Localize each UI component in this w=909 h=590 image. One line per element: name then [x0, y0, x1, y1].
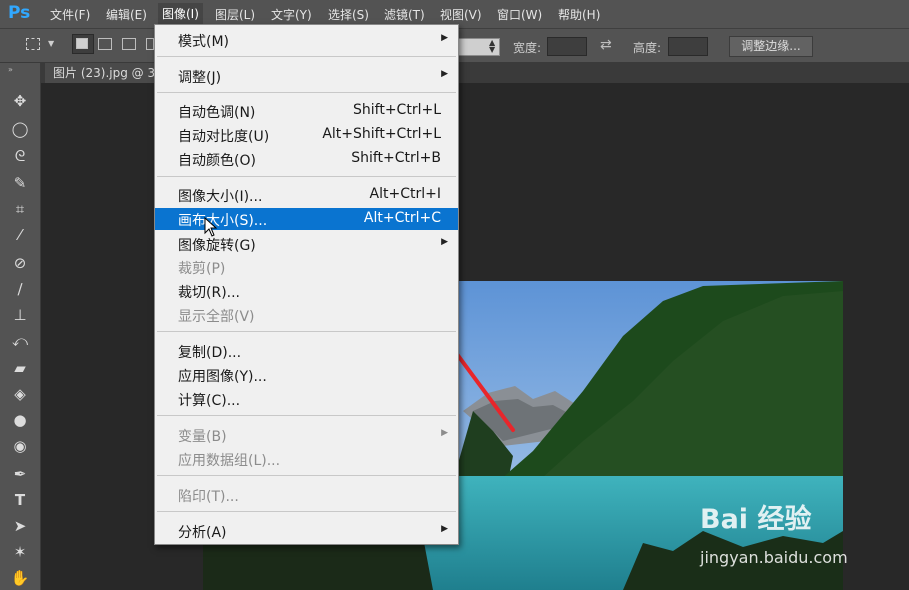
menu-item-trap[interactable]: 陷印(T)...: [155, 484, 458, 506]
menu-layer[interactable]: 图层(L): [215, 6, 255, 23]
eyedropper-tool-icon[interactable]: ⁄: [0, 225, 40, 245]
menu-item-duplicate[interactable]: 复制(D)...: [155, 340, 458, 362]
submenu-arrow-icon: ▶: [441, 524, 448, 534]
tools-panel: » ✥ ◯ ᘓ ✎ ⌗ ⁄ ⊘ ∕ ⊥ ⤺ ▰ ◈ ● ◉ ✒ T ➤ ✶ ✋: [0, 63, 41, 590]
menu-view[interactable]: 视图(V): [440, 6, 482, 23]
marquee-preset-icon[interactable]: [26, 38, 40, 50]
menu-edit[interactable]: 编辑(E): [106, 6, 147, 23]
menu-item-analysis[interactable]: 分析(A) ▶: [155, 520, 458, 542]
custom-shape-tool-icon[interactable]: ✶: [0, 542, 40, 562]
watermark-url: jingyan.baidu.com: [700, 548, 848, 567]
height-label: 高度:: [633, 41, 662, 55]
crop-tool-icon[interactable]: ⌗: [0, 199, 40, 219]
menu-item-image-size[interactable]: 图像大小(I)... Alt+Ctrl+I: [155, 184, 458, 206]
width-field[interactable]: [547, 37, 587, 56]
photoshop-logo: Ps: [8, 3, 31, 23]
menu-item-image-rotation[interactable]: 图像旋转(G) ▶: [155, 233, 458, 255]
menu-image[interactable]: 图像(I): [158, 3, 203, 25]
document-tab[interactable]: 图片 (23).jpg @ 33: [45, 63, 157, 83]
image-menu-dropdown: 模式(M) ▶ 调整(J) ▶ 自动色调(N) Shift+Ctrl+L 自动对比度(…: [154, 24, 459, 545]
watermark-logo: Bai 经验: [700, 504, 812, 535]
menu-item-adjustments[interactable]: 调整(J) ▶: [155, 65, 458, 87]
submenu-arrow-icon: ▶: [441, 33, 448, 43]
menu-separator: [157, 511, 456, 512]
lasso-tool-icon[interactable]: ᘓ: [0, 146, 40, 166]
menu-filter[interactable]: 滤镜(T): [384, 6, 425, 23]
menu-select[interactable]: 选择(S): [328, 6, 369, 23]
menu-item-apply-data-set[interactable]: 应用数据组(L)...: [155, 448, 458, 470]
paint-bucket-tool-icon[interactable]: ◈: [0, 384, 40, 404]
menu-item-apply-image[interactable]: 应用图像(Y)...: [155, 364, 458, 386]
menu-item-auto-color[interactable]: 自动颜色(O) Shift+Ctrl+B: [155, 148, 458, 170]
submenu-arrow-icon: ▶: [441, 428, 448, 438]
menu-separator: [157, 92, 456, 93]
menu-separator: [157, 56, 456, 57]
clone-stamp-tool-icon[interactable]: ⊥: [0, 305, 40, 325]
history-brush-tool-icon[interactable]: ⤺: [0, 331, 40, 351]
submenu-arrow-icon: ▶: [441, 237, 448, 247]
pen-tool-icon[interactable]: ✒: [0, 464, 40, 484]
chevron-updown-icon: ▲ ▼: [489, 38, 496, 54]
width-label: 宽度:: [513, 41, 542, 55]
healing-brush-tool-icon[interactable]: ⊘: [0, 253, 40, 273]
intersect-selection-icon[interactable]: [146, 38, 154, 50]
menu-item-mode[interactable]: 模式(M) ▶: [155, 29, 458, 51]
add-selection-icon[interactable]: [98, 38, 112, 50]
dodge-tool-icon[interactable]: ◉: [0, 436, 40, 456]
submenu-arrow-icon: ▶: [441, 69, 448, 79]
menu-item-canvas-size[interactable]: 画布大小(S)... Alt+Ctrl+C: [155, 208, 458, 230]
quick-selection-tool-icon[interactable]: ✎: [0, 173, 40, 193]
menu-separator: [157, 176, 456, 177]
menu-item-reveal-all[interactable]: 显示全部(V): [155, 304, 458, 326]
elliptical-marquee-tool-icon[interactable]: ◯: [0, 119, 40, 139]
menu-separator: [157, 331, 456, 332]
menu-file[interactable]: 文件(F): [50, 6, 90, 23]
subtract-selection-icon[interactable]: [122, 38, 136, 50]
menu-item-crop[interactable]: 裁剪(P): [155, 256, 458, 278]
menu-item-calculations[interactable]: 计算(C)...: [155, 388, 458, 410]
path-selection-tool-icon[interactable]: ➤: [0, 516, 40, 536]
new-selection-square-icon: [76, 38, 88, 49]
panel-collapse-icon[interactable]: »: [8, 65, 13, 74]
chevron-down-icon[interactable]: ▼: [48, 39, 54, 48]
swap-icon[interactable]: ⇄: [600, 37, 612, 53]
height-field[interactable]: [668, 37, 708, 56]
menu-item-auto-tone[interactable]: 自动色调(N) Shift+Ctrl+L: [155, 100, 458, 122]
menu-window[interactable]: 窗口(W): [497, 6, 542, 23]
hand-tool-icon[interactable]: ✋: [0, 568, 40, 588]
eraser-tool-icon[interactable]: ▰: [0, 358, 40, 378]
menu-separator: [157, 415, 456, 416]
move-tool-icon[interactable]: ✥: [0, 91, 40, 111]
refine-edge-button[interactable]: 调整边缘...: [729, 36, 813, 57]
menu-type[interactable]: 文字(Y): [271, 6, 312, 23]
menu-item-trim[interactable]: 裁切(R)...: [155, 280, 458, 302]
mouse-cursor-icon: [204, 217, 218, 237]
menu-help[interactable]: 帮助(H): [558, 6, 600, 23]
blur-tool-icon[interactable]: ●: [0, 410, 40, 430]
menu-item-variables[interactable]: 变量(B) ▶: [155, 424, 458, 446]
menu-item-auto-contrast[interactable]: 自动对比度(U) Alt+Shift+Ctrl+L: [155, 124, 458, 146]
type-tool-icon[interactable]: T: [0, 490, 40, 510]
menu-separator: [157, 475, 456, 476]
brush-tool-icon[interactable]: ∕: [0, 279, 40, 299]
